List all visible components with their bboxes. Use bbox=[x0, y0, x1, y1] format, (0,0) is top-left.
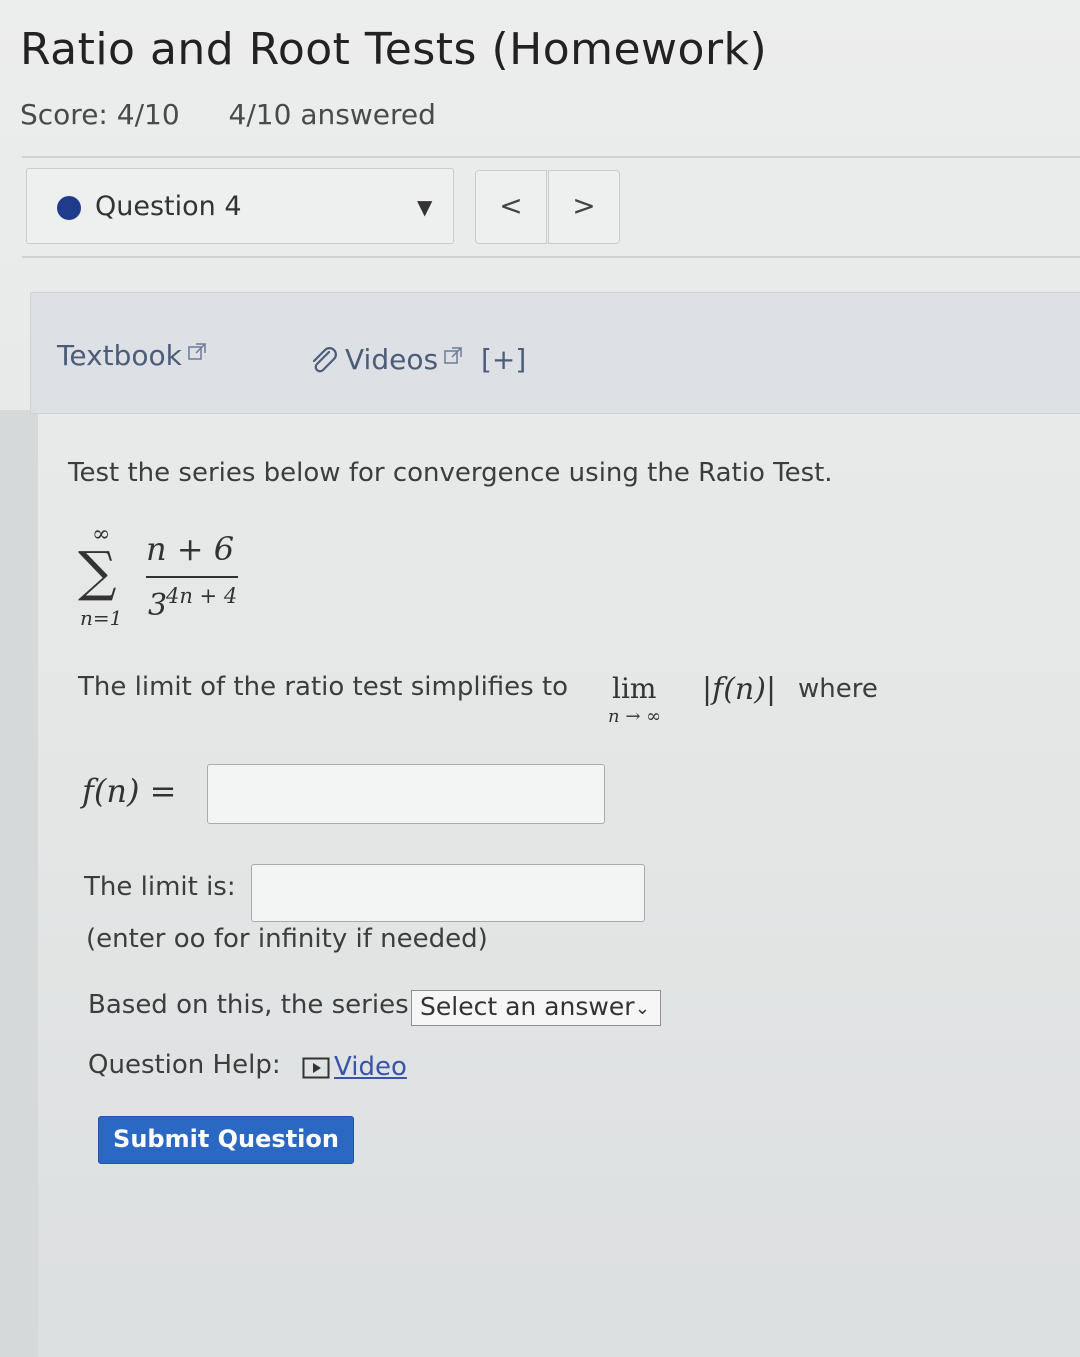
help-video-link[interactable]: Video bbox=[302, 1052, 407, 1082]
next-question-button[interactable]: > bbox=[548, 170, 620, 244]
videos-link[interactable]: Videos [+] bbox=[309, 343, 526, 376]
left-gutter bbox=[0, 410, 38, 1357]
paperclip-icon bbox=[312, 347, 337, 373]
external-link-icon bbox=[444, 347, 462, 364]
caret-down-icon: ▼ bbox=[417, 195, 433, 219]
submit-question-button[interactable]: Submit Question bbox=[98, 1116, 354, 1164]
help-video-label: Video bbox=[334, 1052, 407, 1082]
ratio-text: The limit of the ratio test simplifies t… bbox=[78, 672, 569, 702]
previous-question-button[interactable]: < bbox=[475, 170, 547, 244]
where-text: where bbox=[798, 674, 878, 704]
limit-answer-input[interactable] bbox=[251, 864, 645, 922]
limit-subscript: n → ∞ bbox=[608, 706, 662, 727]
series-denominator-exponent: 4n + 4 bbox=[166, 584, 238, 608]
question-status-dot bbox=[57, 196, 81, 220]
videos-link-label: Videos bbox=[345, 343, 439, 376]
sigma-symbol: ∑ bbox=[78, 540, 117, 603]
score-row: Score: 4/10 4/10 answered bbox=[20, 98, 476, 131]
answered-text: 4/10 answered bbox=[228, 98, 436, 131]
textbook-link[interactable]: Textbook bbox=[57, 339, 206, 372]
series-conclusion-select[interactable]: Select an answer ⌄ bbox=[411, 990, 661, 1026]
limit-operator: lim bbox=[612, 672, 657, 705]
videos-expand-toggle[interactable]: [+] bbox=[481, 343, 526, 376]
question-prompt: Test the series below for convergence us… bbox=[68, 458, 833, 488]
sum-lower-limit: n=1 bbox=[80, 606, 123, 630]
video-play-icon bbox=[302, 1057, 330, 1078]
divider bbox=[22, 256, 1080, 258]
series-conclusion-label: Based on this, the series bbox=[88, 990, 409, 1020]
question-dropdown[interactable]: Question 4 ▼ bbox=[26, 168, 454, 244]
fn-answer-input[interactable] bbox=[207, 764, 605, 824]
fn-label: f(n) = bbox=[82, 772, 177, 810]
fraction-bar bbox=[146, 576, 238, 578]
series-conclusion-select-value: Select an answer bbox=[420, 992, 635, 1021]
external-link-icon bbox=[188, 343, 206, 360]
limit-label: The limit is: bbox=[84, 872, 236, 902]
abs-function-expression: |f(n)| bbox=[702, 672, 777, 707]
series-denominator-base: 3 bbox=[148, 588, 168, 623]
question-help-label: Question Help: bbox=[88, 1050, 281, 1080]
score-text: Score: 4/10 bbox=[20, 98, 180, 131]
limit-hint: (enter oo for infinity if needed) bbox=[86, 924, 488, 954]
series-numerator: n + 6 bbox=[146, 530, 235, 568]
divider bbox=[22, 156, 1080, 158]
page-title: Ratio and Root Tests (Homework) bbox=[20, 24, 768, 75]
resources-panel: Textbook Videos [+] bbox=[30, 292, 1080, 414]
question-dropdown-label: Question 4 bbox=[95, 191, 242, 222]
chevron-down-icon: ⌄ bbox=[634, 998, 650, 1019]
textbook-link-label: Textbook bbox=[57, 339, 182, 372]
